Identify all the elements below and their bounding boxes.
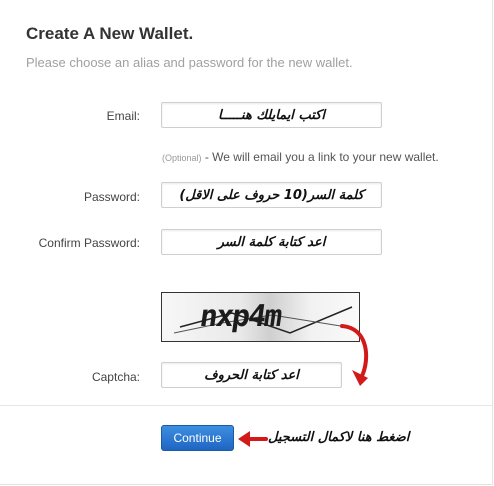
- password-field[interactable]: كلمة السر(10 حروف على الاقل): [161, 182, 382, 208]
- captcha-label: Captcha:: [91, 370, 140, 384]
- email-field[interactable]: اكتب ايمايلك هنـــــا: [161, 102, 382, 128]
- continue-button[interactable]: Continue: [161, 425, 234, 451]
- captcha-field-value: اعد كتابة الحروف: [204, 367, 299, 383]
- password-label: Password:: [83, 190, 140, 204]
- captcha-field[interactable]: اعد كتابة الحروف: [161, 362, 342, 388]
- email-field-value: اكتب ايمايلك هنـــــا: [218, 107, 325, 123]
- form-divider: [0, 405, 492, 406]
- optional-tag: (Optional): [162, 153, 202, 163]
- password-field-value: كلمة السر(10 حروف على الاقل): [179, 187, 364, 203]
- email-hint-text: - We will email you a link to your new w…: [201, 150, 439, 164]
- continue-annotation: اضغط هنا لاكمال التسجيل: [268, 430, 410, 445]
- confirm-password-field[interactable]: اعد كتابة كلمة السر: [161, 229, 382, 255]
- page-subtitle: Please choose an alias and password for …: [26, 55, 353, 70]
- new-wallet-panel: Create A New Wallet. Please choose an al…: [0, 0, 493, 485]
- confirm-password-field-value: اعد كتابة كلمة السر: [217, 234, 326, 250]
- confirm-password-label: Confirm Password:: [38, 236, 140, 250]
- captcha-text: nxp4m: [197, 299, 283, 334]
- email-label: Email:: [106, 109, 140, 123]
- page-title: Create A New Wallet.: [26, 24, 194, 43]
- left-arrow-icon: [238, 431, 268, 447]
- email-hint: (Optional) - We will email you a link to…: [162, 150, 439, 164]
